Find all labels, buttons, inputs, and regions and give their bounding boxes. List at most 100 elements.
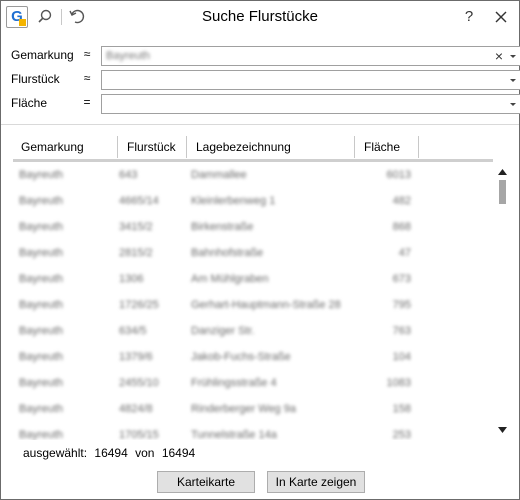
cell-flaeche: 868 — [392, 221, 411, 233]
clear-icon[interactable]: × — [492, 47, 506, 65]
cell-flurstueck: 1306 — [119, 273, 144, 285]
cell-flaeche: 1083 — [386, 377, 411, 389]
column-separator[interactable] — [354, 136, 355, 158]
chevron-down-icon[interactable] — [508, 71, 518, 89]
table-row[interactable]: Bayreuth 2815/2 Bahnhofstraße 47 — [13, 240, 493, 266]
cell-flaeche: 253 — [392, 429, 411, 440]
scroll-down-icon[interactable] — [496, 424, 509, 434]
table-row[interactable]: Bayreuth 643 Dammallee 6013 — [13, 162, 493, 188]
cell-flurstueck: 1379/6 — [119, 351, 153, 363]
column-header-flurstueck[interactable]: Flurstück — [119, 134, 185, 160]
gemarkung-label: Gemarkung — [11, 48, 74, 62]
table-header: Gemarkung Flurstück Lagebezeichnung Fläc… — [13, 134, 493, 162]
cell-lagebezeichnung: Am Mühlgraben — [191, 273, 269, 285]
column-separator[interactable] — [418, 136, 419, 158]
flurstueck-operator: ≈ — [83, 71, 91, 85]
flaeche-row: Fläche = — [11, 94, 520, 114]
cell-gemarkung: Bayreuth — [19, 377, 64, 389]
cell-gemarkung: Bayreuth — [19, 221, 64, 233]
help-button[interactable]: ? — [459, 7, 479, 27]
selected-count: 16494 — [94, 446, 128, 460]
table-row[interactable]: Bayreuth 2455/10 Frühlingsstraße 4 1083 — [13, 370, 493, 396]
cell-flaeche: 47 — [398, 247, 411, 259]
cell-lagebezeichnung: Tunnelstraße 14a — [191, 429, 277, 440]
cell-lagebezeichnung: Danziger Str. — [191, 325, 255, 337]
table-row[interactable]: Bayreuth 1379/6 Jakob-Fuchs-Straße 104 — [13, 344, 493, 370]
app-logo-icon: G — [6, 6, 28, 28]
table-body: Bayreuth 643 Dammallee 6013 Bayreuth 4665/14 K… — [13, 162, 493, 440]
cell-gemarkung: Bayreuth — [19, 195, 64, 207]
cell-flurstueck: 2455/10 — [119, 377, 159, 389]
cell-flurstueck: 1726/25 — [119, 299, 159, 311]
results-table: Gemarkung Flurstück Lagebezeichnung Fläc… — [13, 134, 509, 440]
cell-gemarkung: Bayreuth — [19, 247, 64, 259]
table-row[interactable]: Bayreuth 634/5 Danziger Str. 763 — [13, 318, 493, 344]
table-row[interactable]: Bayreuth 1726/25 Gerhart-Hauptmann-Straße … — [13, 292, 493, 318]
cell-gemarkung: Bayreuth — [19, 273, 64, 285]
flaeche-label: Fläche — [11, 96, 48, 110]
table-row[interactable]: Bayreuth 1705/15 Tunnelstraße 14a 253 — [13, 422, 493, 440]
close-icon[interactable] — [491, 7, 511, 27]
cell-gemarkung: Bayreuth — [19, 403, 64, 415]
cell-lagebezeichnung: Kleinlerbenweg 1 — [191, 195, 276, 207]
cell-flaeche: 763 — [392, 325, 411, 337]
flaeche-operator: = — [83, 95, 91, 109]
cell-flurstueck: 2815/2 — [119, 247, 153, 259]
cell-lagebezeichnung: Dammallee — [191, 169, 247, 181]
column-header-gemarkung[interactable]: Gemarkung — [13, 134, 117, 160]
cell-flurstueck: 643 — [119, 169, 138, 181]
table-row[interactable]: Bayreuth 4824/8 Rinderberger Weg 9a 158 — [13, 396, 493, 422]
chevron-down-icon[interactable] — [508, 47, 518, 65]
selection-status: ausgewählt: 16494 von 16494 — [23, 446, 199, 460]
cell-flaeche: 104 — [392, 351, 411, 363]
gemarkung-operator: ≈ — [83, 47, 91, 61]
cell-flurstueck: 4665/14 — [119, 195, 159, 207]
table-row[interactable]: Bayreuth 3415/2 Birkenstraße 868 — [13, 214, 493, 240]
flaeche-combobox[interactable] — [101, 94, 520, 114]
table-row[interactable]: Bayreuth 1306 Am Mühlgraben 673 — [13, 266, 493, 292]
column-header-flaeche[interactable]: Fläche — [356, 134, 418, 160]
chevron-down-icon[interactable] — [508, 95, 518, 113]
cell-flaeche: 795 — [392, 299, 411, 311]
cell-gemarkung: Bayreuth — [19, 325, 64, 337]
title-bar: G Suche Flurstücke ? — [1, 1, 519, 33]
flurstueck-row: Flurstück ≈ — [11, 70, 520, 90]
cell-flurstueck: 4824/8 — [119, 403, 153, 415]
total-count: 16494 — [161, 446, 196, 460]
cell-flaeche: 6013 — [386, 169, 411, 181]
column-separator[interactable] — [117, 136, 118, 158]
scrollbar-thumb[interactable] — [499, 180, 506, 204]
flurstueck-combobox[interactable] — [101, 70, 520, 90]
cell-flurstueck: 1705/15 — [119, 429, 159, 440]
cell-lagebezeichnung: Birkenstraße — [191, 221, 254, 233]
cell-lagebezeichnung: Rinderberger Weg 9a — [191, 403, 296, 415]
vertical-scrollbar[interactable] — [496, 162, 509, 440]
toolbar-separator — [61, 9, 62, 25]
gemarkung-row: Gemarkung ≈ Bayreuth × — [11, 46, 520, 66]
of-label: von — [135, 446, 155, 460]
column-header-lagebezeichnung[interactable]: Lagebezeichnung — [188, 134, 354, 160]
cell-lagebezeichnung: Gerhart-Hauptmann-Straße 28 — [191, 299, 341, 311]
cell-flaeche: 158 — [392, 403, 411, 415]
scroll-up-icon[interactable] — [496, 166, 509, 176]
cell-flaeche: 482 — [392, 195, 411, 207]
search-icon[interactable] — [35, 7, 55, 27]
section-divider — [1, 124, 519, 125]
flurstueck-label: Flurstück — [11, 72, 60, 86]
cell-flurstueck: 3415/2 — [119, 221, 153, 233]
column-separator[interactable] — [186, 136, 187, 158]
undo-icon[interactable] — [67, 7, 87, 27]
karteikarte-button[interactable]: Karteikarte — [157, 471, 255, 493]
cell-lagebezeichnung: Jakob-Fuchs-Straße — [191, 351, 291, 363]
cell-lagebezeichnung: Bahnhofstraße — [191, 247, 264, 259]
gemarkung-combobox[interactable]: Bayreuth × — [101, 46, 520, 66]
cell-gemarkung: Bayreuth — [19, 299, 64, 311]
in-karte-zeigen-button[interactable]: In Karte zeigen — [267, 471, 365, 493]
table-row[interactable]: Bayreuth 4665/14 Kleinlerbenweg 1 482 — [13, 188, 493, 214]
cell-gemarkung: Bayreuth — [19, 351, 64, 363]
selected-label: ausgewählt: — [23, 446, 88, 460]
gemarkung-value: Bayreuth — [106, 50, 151, 62]
cell-gemarkung: Bayreuth — [19, 429, 64, 440]
cell-lagebezeichnung: Frühlingsstraße 4 — [191, 377, 277, 389]
search-dialog: G Suche Flurstücke ? Gemarkung ≈ Bayreut… — [0, 0, 520, 500]
